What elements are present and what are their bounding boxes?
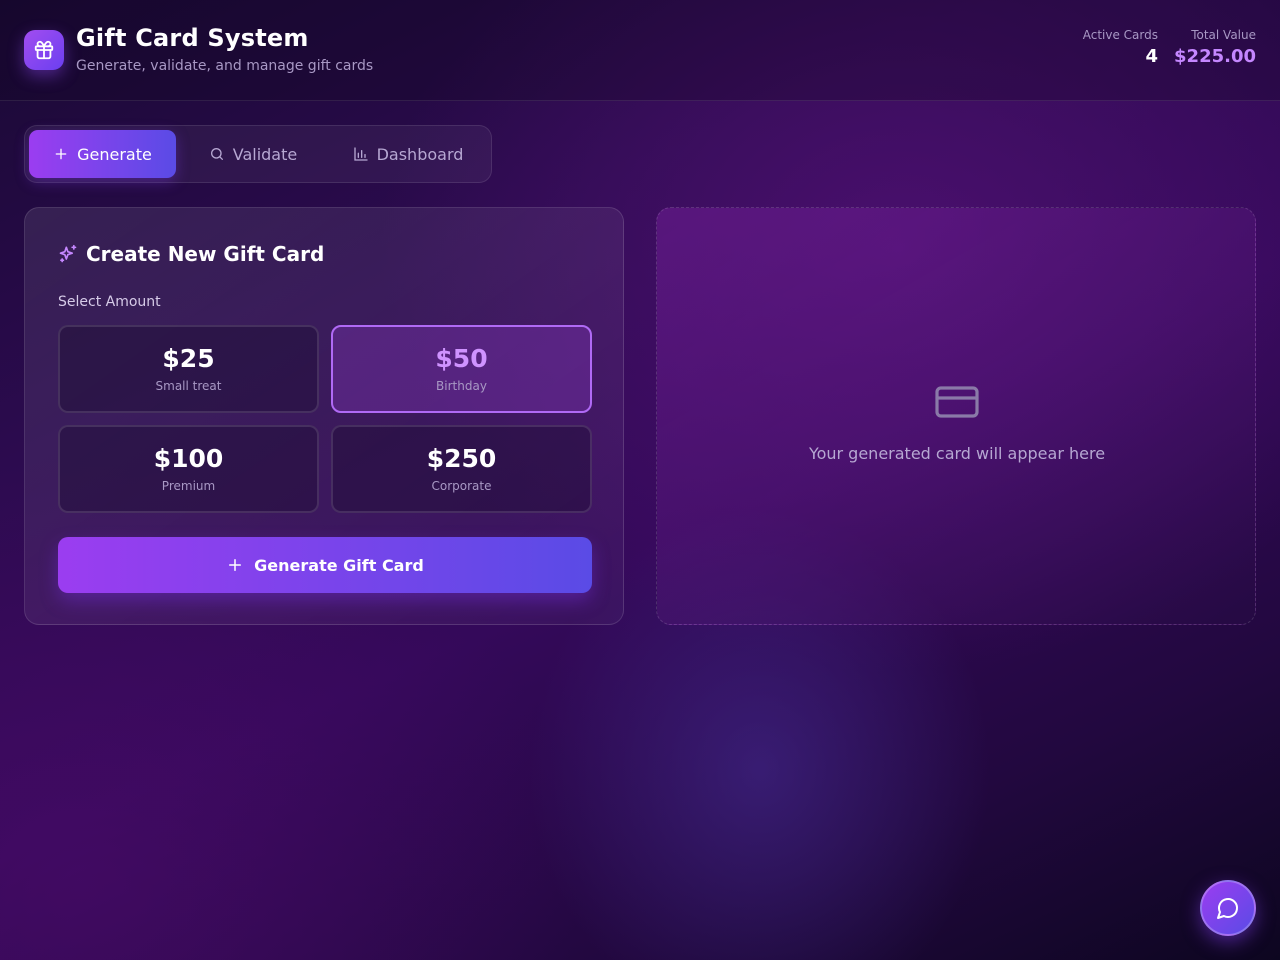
preview-placeholder-text: Your generated card will appear here — [808, 444, 1106, 463]
amount-value: $25 — [162, 344, 215, 373]
tab-validate-label: Validate — [232, 144, 298, 164]
preview-placeholder: Your generated card will appear here — [657, 378, 1257, 463]
tab-dashboard[interactable]: Dashboard — [341, 130, 475, 178]
amount-option-25[interactable]: $25 Small treat — [58, 325, 319, 413]
chat-bubble-icon — [1217, 898, 1238, 919]
tab-generate[interactable]: Generate — [29, 130, 176, 178]
app-header: Gift Card System Generate, validate, and… — [0, 0, 1280, 101]
amount-option-50[interactable]: $50 Birthday — [331, 325, 592, 413]
chat-button[interactable] — [1200, 880, 1256, 936]
page-title: Gift Card System — [76, 24, 309, 52]
amount-description: Birthday — [436, 379, 487, 393]
search-icon — [210, 148, 223, 160]
amount-option-100[interactable]: $100 Premium — [58, 425, 319, 513]
amount-value: $50 — [435, 344, 488, 373]
amount-value: $250 — [426, 444, 497, 473]
app-logo — [24, 30, 64, 70]
card-preview-panel: Your generated card will appear here — [656, 207, 1256, 625]
total-value-label: Total Value — [1191, 28, 1256, 42]
active-cards-stat: Active Cards 4 — [1083, 28, 1158, 67]
create-card-panel: Create New Gift Card Select Amount $25 S… — [24, 207, 624, 625]
generate-gift-card-button[interactable]: Generate Gift Card — [58, 537, 592, 593]
credit-card-icon — [935, 386, 979, 418]
sparkles-icon — [59, 244, 77, 263]
amount-description: Corporate — [431, 479, 492, 493]
amount-description: Small treat — [155, 379, 222, 393]
bar-chart-icon — [353, 147, 368, 161]
create-card-heading: Create New Gift Card — [58, 242, 324, 266]
tab-validate[interactable]: Validate — [193, 130, 313, 178]
total-value-amount: $225.00 — [1174, 46, 1256, 67]
amount-option-250[interactable]: $250 Corporate — [331, 425, 592, 513]
plus-icon — [55, 148, 67, 160]
tab-generate-label: Generate — [77, 144, 152, 164]
tab-dashboard-label: Dashboard — [376, 144, 464, 164]
page-subtitle: Generate, validate, and manage gift card… — [76, 58, 374, 74]
generate-gift-card-label: Generate Gift Card — [254, 555, 424, 575]
amount-value: $100 — [153, 444, 224, 473]
plus-icon — [229, 559, 242, 571]
select-amount-label: Select Amount — [58, 294, 161, 310]
active-cards-label: Active Cards — [1082, 28, 1158, 42]
amount-description: Premium — [161, 479, 216, 493]
create-card-title: Create New Gift Card — [86, 242, 325, 266]
tab-bar: Generate Validate Dashboard — [24, 125, 492, 183]
gift-icon — [34, 40, 54, 60]
active-cards-value: 4 — [1145, 46, 1158, 67]
total-value-stat: Total Value $225.00 — [1174, 28, 1256, 67]
